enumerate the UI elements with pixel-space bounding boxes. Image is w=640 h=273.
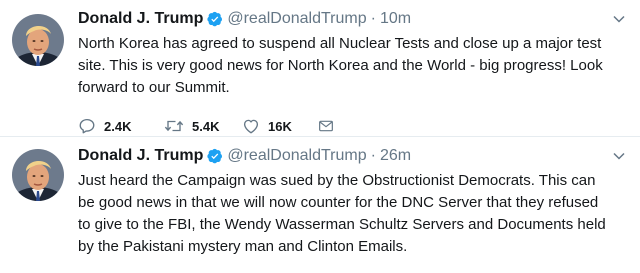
heart-icon — [243, 119, 259, 134]
tweet[interactable]: Donald J. Trump @realDonaldTrump · 26m J… — [0, 137, 640, 273]
reply-icon — [79, 118, 95, 134]
reply-count: 2.4K — [104, 118, 132, 134]
retweet-count: 5.4K — [192, 118, 220, 134]
reply-button[interactable]: 2.4K — [78, 117, 164, 135]
separator-dot: · — [370, 10, 376, 27]
chevron-down-icon[interactable] — [612, 12, 626, 26]
verified-badge-icon — [207, 148, 223, 164]
user-handle[interactable]: @realDonaldTrump — [227, 147, 366, 165]
retweet-icon — [164, 120, 184, 132]
tweet-text: Just heard the Campaign was sued by the … — [78, 172, 606, 255]
envelope-icon — [319, 120, 333, 132]
avatar[interactable] — [12, 149, 64, 201]
tweet-content: Donald J. Trump @realDonaldTrump · 26m J… — [78, 145, 626, 258]
user-handle[interactable]: @realDonaldTrump — [227, 10, 366, 28]
tweet-header: Donald J. Trump @realDonaldTrump · 10m — [78, 8, 626, 30]
tweet-content: Donald J. Trump @realDonaldTrump · 10m N… — [78, 8, 626, 137]
like-count: 16K — [268, 118, 292, 134]
profile-photo — [12, 14, 64, 66]
like-button[interactable]: 16K — [242, 117, 318, 135]
profile-photo — [12, 149, 64, 201]
verified-badge-icon — [207, 11, 223, 27]
display-name[interactable]: Donald J. Trump — [78, 147, 203, 165]
chevron-down-icon[interactable] — [612, 149, 626, 163]
tweet-actions: 2.4K 5.4K 16K — [78, 115, 626, 137]
display-name[interactable]: Donald J. Trump — [78, 10, 203, 28]
tweet-timestamp[interactable]: 26m — [380, 147, 411, 165]
separator-dot: · — [370, 147, 376, 164]
avatar[interactable] — [12, 14, 64, 66]
direct-message-button[interactable] — [318, 117, 342, 135]
retweet-button[interactable]: 5.4K — [164, 117, 242, 135]
tweet-timestamp[interactable]: 10m — [380, 10, 411, 28]
tweet[interactable]: Donald J. Trump @realDonaldTrump · 10m N… — [0, 0, 640, 137]
tweet-header: Donald J. Trump @realDonaldTrump · 26m — [78, 145, 626, 167]
tweet-text: North Korea has agreed to suspend all Nu… — [78, 35, 603, 96]
